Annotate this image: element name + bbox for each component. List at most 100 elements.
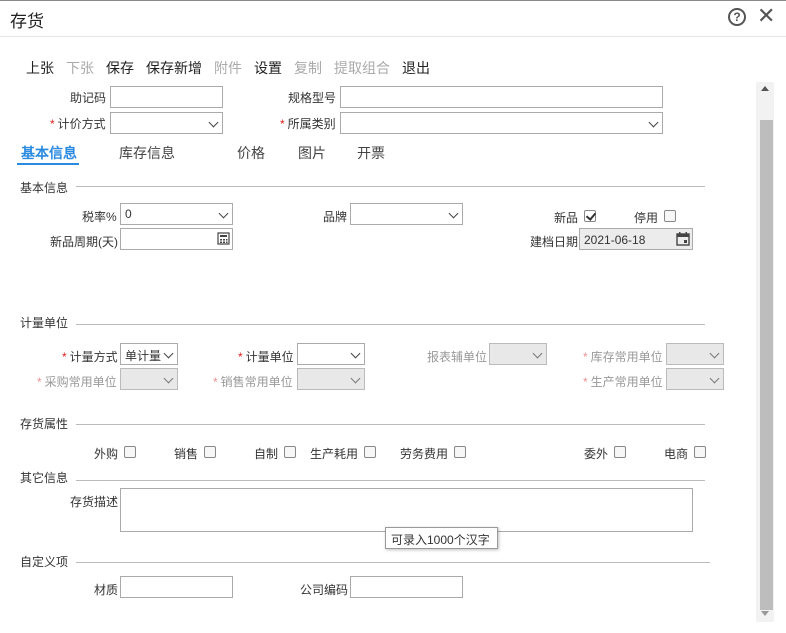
tax-rate-select[interactable]: 0 xyxy=(120,203,233,225)
production-common-unit-select[interactable] xyxy=(666,368,724,390)
settings-button[interactable]: 设置 xyxy=(254,58,282,78)
tab-images[interactable]: 图片 xyxy=(298,143,326,163)
description-tooltip: 可录入1000个汉字 xyxy=(385,527,498,549)
section-divider xyxy=(76,562,710,563)
section-other-info: 其它信息 xyxy=(20,471,69,485)
attr-service-cost-label: 劳务费用 xyxy=(400,447,449,461)
report-aux-unit-label: 报表辅单位 xyxy=(427,350,488,364)
chevron-down-icon xyxy=(350,348,361,359)
scroll-up-arrow-icon[interactable] xyxy=(761,86,769,91)
scroll-down-arrow-icon[interactable] xyxy=(761,611,769,616)
pricing-method-select[interactable] xyxy=(110,112,223,134)
chevron-down-icon xyxy=(709,348,720,359)
measure-method-value: 单计量 xyxy=(125,349,162,363)
section-custom: 自定义项 xyxy=(20,555,69,569)
category-select[interactable] xyxy=(340,112,663,134)
prev-button[interactable]: 上张 xyxy=(26,58,54,78)
chevron-down-icon xyxy=(350,373,361,384)
close-icon[interactable]: ✕ xyxy=(757,4,775,28)
chevron-down-icon xyxy=(218,208,229,219)
stock-common-unit-label: * 库存常用单位 xyxy=(583,350,663,364)
tax-rate-label: 税率% xyxy=(82,210,117,224)
tab-basic-info[interactable]: 基本信息 xyxy=(21,143,77,163)
mnemonic-label: 助记码 xyxy=(70,91,107,105)
attr-self-made-checkbox[interactable] xyxy=(284,446,296,458)
purchase-common-unit-select[interactable] xyxy=(120,368,178,390)
section-attributes: 存货属性 xyxy=(20,417,69,431)
material-input[interactable] xyxy=(120,576,233,598)
attr-outsource-checkbox[interactable] xyxy=(614,446,626,458)
window-top-border xyxy=(0,0,786,1)
section-basic-info: 基本信息 xyxy=(20,181,69,195)
required-mark: * xyxy=(280,117,285,131)
new-item-checkbox[interactable] xyxy=(584,210,596,222)
measure-unit-select[interactable] xyxy=(297,343,365,365)
section-divider xyxy=(76,186,705,187)
production-common-unit-label: * 生产常用单位 xyxy=(583,375,663,389)
attr-ecommerce-label: 电商 xyxy=(664,447,689,461)
attr-self-made-label: 自制 xyxy=(254,447,279,461)
description-label: 存货描述 xyxy=(70,495,119,509)
help-icon[interactable]: ? xyxy=(728,8,746,26)
copy-button[interactable]: 复制 xyxy=(294,58,322,78)
chevron-down-icon xyxy=(709,373,720,384)
extract-combo-button[interactable]: 提取组合 xyxy=(334,58,390,78)
exit-button[interactable]: 退出 xyxy=(402,58,430,78)
window-title: 存货 xyxy=(10,12,44,31)
section-divider xyxy=(76,480,705,481)
attr-ecommerce-checkbox[interactable] xyxy=(694,446,706,458)
category-label: * 所属类别 xyxy=(280,117,336,131)
measure-method-label: * 计量方式 xyxy=(62,350,118,364)
sales-common-unit-label: * 销售常用单位 xyxy=(213,375,293,389)
chevron-down-icon xyxy=(648,117,659,128)
tab-invoicing[interactable]: 开票 xyxy=(357,143,385,163)
section-units: 计量单位 xyxy=(20,316,69,330)
attr-production-use-label: 生产耗用 xyxy=(310,447,359,461)
section-divider xyxy=(76,324,705,325)
created-date-input[interactable]: 2021-06-18 xyxy=(579,228,693,250)
calculator-icon[interactable] xyxy=(217,232,230,245)
attr-purchase-checkbox[interactable] xyxy=(124,446,136,458)
brand-select[interactable] xyxy=(350,203,463,225)
tab-stock-info[interactable]: 库存信息 xyxy=(119,143,175,163)
new-period-input[interactable] xyxy=(120,228,233,250)
new-period-label: 新品周期(天) xyxy=(50,235,118,249)
material-label: 材质 xyxy=(94,583,119,597)
description-textarea[interactable] xyxy=(120,488,693,532)
tax-rate-value: 0 xyxy=(125,207,132,221)
sales-common-unit-select[interactable] xyxy=(297,368,365,390)
spec-label: 规格型号 xyxy=(288,91,337,105)
section-divider xyxy=(76,424,705,425)
attr-service-cost-checkbox[interactable] xyxy=(454,446,466,458)
chevron-down-icon xyxy=(448,208,459,219)
save-new-button[interactable]: 保存新增 xyxy=(146,58,202,78)
created-date-value: 2021-06-18 xyxy=(584,233,646,247)
company-code-input[interactable] xyxy=(350,576,463,598)
mnemonic-input[interactable] xyxy=(110,86,223,108)
tab-price[interactable]: 价格 xyxy=(237,143,265,163)
brand-label: 品牌 xyxy=(323,210,348,224)
save-button[interactable]: 保存 xyxy=(106,58,134,78)
calendar-icon[interactable] xyxy=(676,232,690,246)
pricing-method-label: * 计价方式 xyxy=(50,117,106,131)
new-item-label: 新品 xyxy=(554,211,579,225)
required-mark: * xyxy=(50,117,55,131)
attachment-button[interactable]: 附件 xyxy=(214,58,242,78)
attr-outsource-label: 委外 xyxy=(584,447,609,461)
measure-method-select[interactable]: 单计量 xyxy=(120,343,178,365)
attr-production-use-checkbox[interactable] xyxy=(364,446,376,458)
attr-sales-label: 销售 xyxy=(174,447,199,461)
stock-common-unit-select[interactable] xyxy=(666,343,724,365)
scrollbar-thumb[interactable] xyxy=(760,120,773,610)
report-aux-unit-select[interactable] xyxy=(489,343,547,365)
chevron-down-icon xyxy=(163,348,174,359)
chevron-down-icon xyxy=(208,117,219,128)
attr-sales-checkbox[interactable] xyxy=(204,446,216,458)
spec-input[interactable] xyxy=(340,86,663,108)
measure-unit-label: * 计量单位 xyxy=(238,350,294,364)
disabled-checkbox[interactable] xyxy=(664,210,676,222)
header-divider xyxy=(0,36,786,37)
purchase-common-unit-label: * 采购常用单位 xyxy=(37,375,117,389)
created-date-label: 建档日期 xyxy=(530,235,579,249)
next-button[interactable]: 下张 xyxy=(66,58,94,78)
